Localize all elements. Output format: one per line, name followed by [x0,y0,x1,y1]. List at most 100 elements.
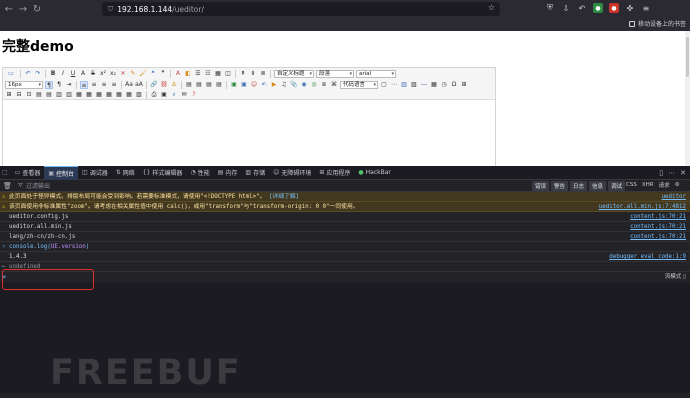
filter-xhr-button[interactable]: XHR [642,182,654,188]
italic-icon[interactable]: I [59,70,67,78]
rowspacing-top-icon[interactable]: ⇞ [239,70,247,78]
editor-body[interactable] [3,100,495,166]
tab-storage[interactable]: ▥ 存储 [241,166,269,180]
autotypeset-icon[interactable]: ✎ [129,70,137,78]
justify-full-icon[interactable]: ≡ [110,81,118,89]
unlink-icon[interactable]: ⛓ [160,81,168,89]
insertparagraph-icon[interactable]: ⊡ [25,91,33,99]
gmap-icon[interactable]: ◎ [310,81,318,89]
font-size-select[interactable]: 16px [5,81,43,89]
tab-application[interactable]: ⊞ 应用程序 [315,166,354,180]
level-warn-button[interactable]: 警告 [551,181,569,191]
page-info-icon[interactable]: ⛉ [108,5,113,14]
level-debug-button[interactable]: 调试 [608,181,626,191]
level-info-button[interactable]: 信息 [589,181,607,191]
insertcol-icon[interactable]: ▥ [55,91,63,99]
paragraph-select[interactable]: 段落 [316,70,354,78]
spechars-icon[interactable]: Ω [450,81,458,89]
emotion-icon[interactable]: ☺ [250,81,258,89]
preview-icon[interactable]: ▣ [160,91,168,99]
scrollbar-thumb[interactable] [686,37,689,77]
splittocols-icon[interactable]: ▦ [125,91,133,99]
blockquote-icon[interactable]: ❝ [149,70,157,78]
tab-network[interactable]: ⇅ 网络 [112,166,139,180]
tab-accessibility[interactable]: ☺ 无障碍环境 [269,166,315,180]
mergedown-icon[interactable]: ▦ [95,91,103,99]
tab-hackbar[interactable]: ● HackBar [354,166,394,180]
message-source[interactable]: ueditor [662,192,686,201]
undo-icon[interactable]: ↶ [24,70,32,78]
tab-inspector[interactable]: ▭ 查看器 [11,166,45,180]
level-log-button[interactable]: 日志 [570,181,588,191]
bookmark-star-icon[interactable]: ☆ [488,3,495,12]
scrawl-icon[interactable]: ✍ [260,81,268,89]
mergecells-icon[interactable]: ▦ [75,91,83,99]
extension-green-icon[interactable]: ● [593,3,603,13]
splittorows-icon[interactable]: ▦ [115,91,123,99]
filter-requests-button[interactable]: 请求 [659,181,670,189]
subscript-icon[interactable]: x₂ [109,70,117,78]
remove-format-icon[interactable]: ✕ [119,70,127,78]
dock-icon[interactable]: ▯ [659,169,663,177]
filter-input[interactable]: 过滤输出 [26,181,50,190]
console-input[interactable]: » 流模式 ▯ [0,272,690,283]
format-match-icon[interactable]: 🖌 [139,70,147,78]
message-source[interactable]: content.js:70:21 [630,222,686,231]
font-family-select[interactable]: arial [356,70,396,78]
more-options-icon[interactable]: ⋯ [668,169,675,177]
ordered-list-icon[interactable]: ☰ [194,70,202,78]
charts-icon[interactable]: ▧ [135,91,143,99]
level-error-button[interactable]: 错误 [532,181,550,191]
filter-css-button[interactable]: CSS [626,182,637,188]
unordered-list-icon[interactable]: ☷ [204,70,212,78]
attachment-icon[interactable]: 📎 [290,81,298,89]
image-none-icon[interactable]: ▤ [185,81,193,89]
message-source[interactable]: content.js:70:21 [630,232,686,241]
inserttable-icon[interactable]: ⊞ [5,91,13,99]
custom-style-select[interactable]: 自定义标题 [274,70,314,78]
rowspacing-bottom-icon[interactable]: ⇟ [249,70,257,78]
pagebreak-icon[interactable]: ⋯ [390,81,398,89]
deletecol-icon[interactable]: ▥ [65,91,73,99]
download-icon[interactable]: ⇩ [561,3,571,13]
lineheight-icon[interactable]: ≣ [259,70,267,78]
help-icon[interactable]: ? [190,91,198,99]
wordimage-icon[interactable]: ⊞ [460,81,468,89]
clear-console-icon[interactable]: 🗑 [3,182,12,190]
deleterow-icon[interactable]: ▤ [45,91,53,99]
map-icon[interactable]: ◉ [300,81,308,89]
code-language-select[interactable]: 代码语言 [340,81,378,89]
tab-console[interactable]: ▣ 控制台 [44,165,79,180]
template-icon[interactable]: ▥ [400,81,408,89]
date-icon[interactable]: ▦ [430,81,438,89]
redo-icon[interactable]: ↷ [34,70,42,78]
print-icon[interactable]: ⎙ [150,91,158,99]
anchor-icon[interactable]: ⚓ [170,81,178,89]
insertimage-icon[interactable]: ▣ [240,81,248,89]
directionality-rtl-icon[interactable]: ¶ [55,81,63,89]
insertframe-icon[interactable]: ⧈ [320,81,328,89]
console-settings-icon[interactable]: ⚙ [675,182,680,188]
tab-memory[interactable]: ▤ 内存 [214,166,242,180]
tab-performance[interactable]: ◔ 性能 [186,166,213,180]
indent-icon[interactable]: ⇥ [65,81,73,89]
image-left-icon[interactable]: ▤ [195,81,203,89]
tolowercase-icon[interactable]: aA [135,81,143,89]
underline-icon[interactable]: U [69,70,77,78]
simpleupload-icon[interactable]: ▣ [230,81,238,89]
extension-red-icon[interactable]: ● [609,3,619,13]
forecolor-icon[interactable]: A [174,70,182,78]
fullscreen-icon[interactable]: ▭ [5,70,17,78]
horizontal-rule-icon[interactable]: ― [420,81,428,89]
mobile-bookmarks[interactable]: 移动设备上的书签 [628,19,686,28]
splittocells-icon[interactable]: ▦ [105,91,113,99]
justify-left-icon[interactable]: ≡ [80,81,88,89]
reload-icon[interactable]: ↻ [30,2,44,16]
insertrow-icon[interactable]: ▤ [35,91,43,99]
menu-icon[interactable]: ≡ [641,3,651,13]
music-icon[interactable]: ♫ [280,81,288,89]
close-devtools-icon[interactable]: ✕ [680,169,686,177]
drafts-icon[interactable]: ✉ [180,91,188,99]
learn-more-link[interactable]: [详细了解] [269,194,299,200]
superscript-icon[interactable]: x² [99,70,107,78]
